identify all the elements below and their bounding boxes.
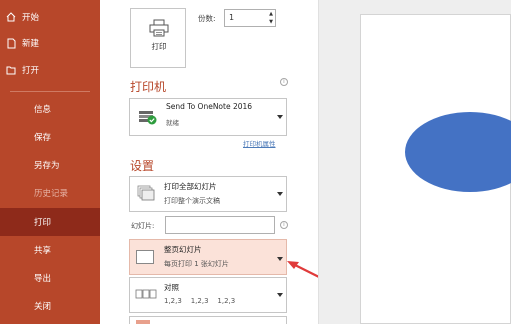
orientation-icon (136, 320, 150, 324)
sidebar-item-open[interactable]: 打开 (0, 58, 100, 82)
sidebar-divider (10, 91, 90, 92)
printer-dropdown[interactable]: Send To OneNote 2016 就绪 (129, 98, 287, 136)
layout-title: 整页幻灯片 (164, 245, 202, 254)
sidebar-item-label: 另存为 (34, 161, 60, 171)
printer-properties-link[interactable]: 打印机属性 (243, 138, 276, 148)
print-button-label: 打印 (151, 42, 167, 51)
orientation-dropdown[interactable] (129, 316, 287, 324)
collate-title: 对照 (164, 283, 179, 292)
print-button[interactable]: 打印 (130, 8, 186, 68)
sidebar-item-label: 打开 (22, 66, 40, 76)
slides-stack-icon (137, 185, 155, 207)
printer-icon (149, 19, 169, 41)
info-icon[interactable]: i (280, 78, 288, 86)
sidebar-item-label: 开始 (22, 13, 40, 23)
print-range-title: 打印全部幻灯片 (164, 182, 217, 191)
layout-dropdown[interactable]: 整页幻灯片 每页打印 1 张幻灯片 (129, 239, 287, 275)
printer-section-title: 打印机 (130, 80, 167, 94)
sidebar-item-label: 历史记录 (34, 189, 69, 199)
sidebar-item-home[interactable]: 开始 (0, 5, 100, 29)
copies-decrement[interactable]: ▼ (267, 19, 275, 25)
chevron-down-icon (277, 293, 283, 297)
chevron-down-icon (277, 115, 283, 119)
new-document-icon (4, 37, 18, 49)
sidebar-item-save-as[interactable]: 另存为 (0, 153, 100, 177)
sidebar-item-label: 共享 (34, 246, 52, 256)
print-range-subtitle: 打印整个演示文稿 (164, 197, 220, 205)
sidebar-item-export[interactable]: 导出 (0, 266, 100, 290)
sidebar-item-label: 关闭 (34, 302, 52, 312)
sidebar-item-save[interactable]: 保存 (0, 125, 100, 149)
sidebar-item-close[interactable]: 关闭 (0, 294, 100, 318)
settings-section-title: 设置 (130, 159, 155, 173)
full-page-slide-icon (136, 250, 154, 264)
chevron-down-icon (277, 257, 283, 261)
sidebar-item-print[interactable]: 打印 (0, 208, 100, 236)
info-icon[interactable]: i (280, 221, 288, 229)
layout-subtitle: 每页打印 1 张幻灯片 (164, 260, 229, 268)
sidebar-item-label: 导出 (34, 274, 52, 284)
sidebar-item-label: 打印 (34, 218, 52, 228)
copies-label: 份数: (198, 14, 216, 23)
preview-ellipse-shape (405, 112, 511, 192)
collate-icon (135, 286, 157, 305)
home-icon (4, 11, 18, 23)
sidebar-item-share[interactable]: 共享 (0, 238, 100, 262)
printer-status-icon (138, 109, 158, 129)
sidebar-item-label: 保存 (34, 133, 52, 143)
slides-label: 幻灯片: (131, 222, 155, 230)
printer-status: 就绪 (166, 119, 179, 127)
sidebar-item-info[interactable]: 信息 (0, 97, 100, 121)
print-range-dropdown[interactable]: 打印全部幻灯片 打印整个演示文稿 (129, 176, 287, 212)
printer-name: Send To OneNote 2016 (166, 102, 253, 111)
collate-subtitle: 1,2,3 1,2,3 1,2,3 (164, 297, 236, 305)
copies-increment[interactable]: ▲ (267, 11, 275, 17)
sidebar-item-new[interactable]: 新建 (0, 31, 100, 55)
sidebar-item-history: 历史记录 (0, 181, 100, 205)
slides-input[interactable] (165, 216, 275, 234)
collate-dropdown[interactable]: 对照 1,2,3 1,2,3 1,2,3 (129, 277, 287, 313)
sidebar-item-label: 信息 (34, 105, 52, 115)
sidebar-item-label: 新建 (22, 39, 40, 49)
backstage-sidebar: 开始 新建 打开 信息 保存 另存为 历史记录 打印 共享 导出 关闭 (0, 0, 100, 324)
chevron-down-icon (277, 192, 283, 196)
folder-open-icon (4, 64, 18, 76)
